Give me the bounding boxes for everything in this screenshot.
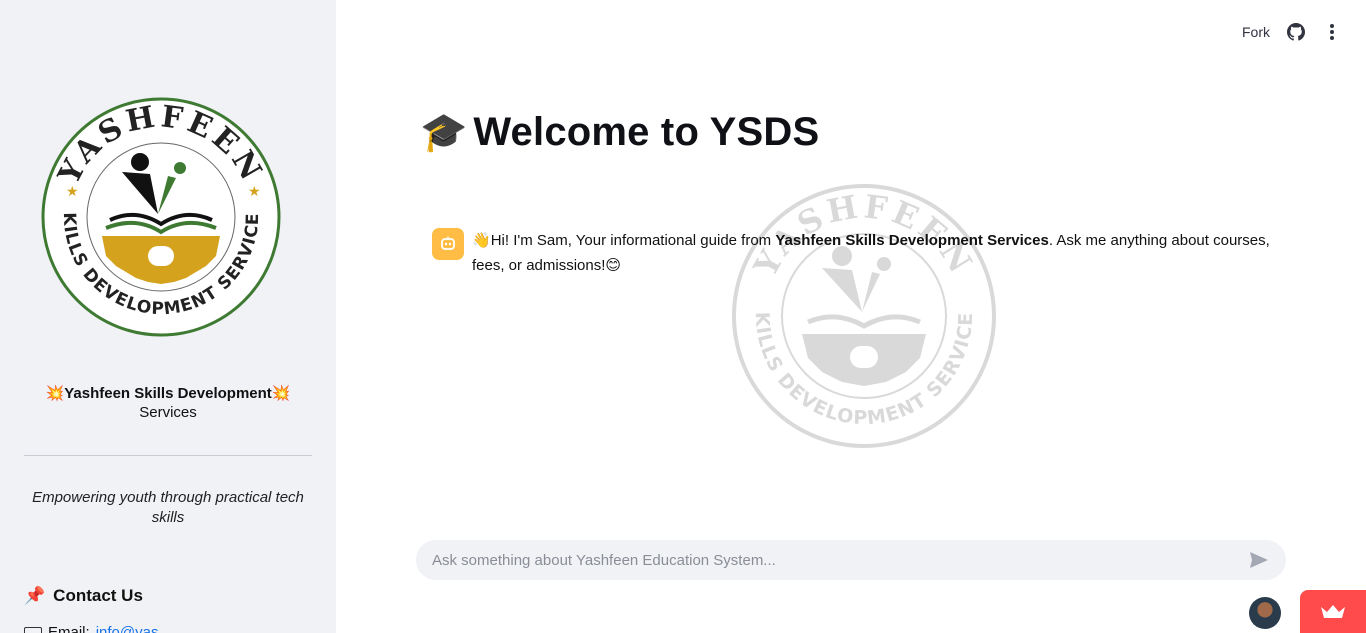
contact-title: Contact Us bbox=[53, 586, 143, 605]
crown-icon bbox=[1321, 604, 1345, 618]
bot-face-icon bbox=[432, 228, 464, 260]
page-title: 🎓 Welcome to YSDS bbox=[420, 110, 819, 155]
message-text: 👋Hi! I'm Sam, Your informational guide f… bbox=[472, 228, 1292, 278]
brand-line1: Yashfeen Skills Development bbox=[64, 385, 272, 402]
send-icon[interactable] bbox=[1248, 549, 1270, 571]
pushpin-icon: 📌 bbox=[24, 586, 46, 605]
tagline: Empowering youth through practical tech … bbox=[32, 489, 304, 526]
brand-name: 💥Yashfeen Skills Development💥 Services bbox=[24, 384, 312, 422]
email-line: Email: info@yas... bbox=[24, 624, 171, 633]
fork-button[interactable]: Fork bbox=[1242, 24, 1270, 40]
email-label: Email: bbox=[48, 624, 90, 633]
email-link[interactable]: info@yas... bbox=[96, 624, 171, 633]
toolbar: Fork bbox=[1242, 18, 1342, 46]
kebab-menu-icon[interactable] bbox=[1322, 22, 1342, 42]
sparkle-emoji: 💥 bbox=[45, 385, 65, 402]
sparkle-emoji: 💥 bbox=[271, 385, 291, 402]
graduation-cap-icon: 🎓 bbox=[420, 111, 468, 154]
avatar[interactable] bbox=[1249, 597, 1281, 629]
message-text-before: Hi! I'm Sam, Your informational guide fr… bbox=[490, 232, 776, 249]
smile-emoji: 😊 bbox=[605, 257, 622, 274]
email-icon bbox=[24, 626, 42, 633]
chat-input-container bbox=[416, 540, 1286, 580]
contact-heading: 📌 Contact Us bbox=[24, 586, 143, 606]
message-bold-org: Yashfeen Skills Development Services bbox=[775, 232, 1049, 249]
sidebar: YASHFEEN SKILLS DEVELOPMENT SERVICES ★ ★… bbox=[0, 0, 336, 633]
streamlit-crown-button[interactable] bbox=[1300, 590, 1366, 633]
chat-input[interactable] bbox=[432, 551, 1248, 569]
waving-hand-emoji: 👋 bbox=[472, 232, 491, 249]
github-icon[interactable] bbox=[1286, 22, 1306, 42]
brand-line2: Services bbox=[139, 404, 197, 421]
logo-watermark: YASHFEEN SKILLS DEVELOPMENT SERVICES bbox=[730, 182, 996, 448]
svg-text:★: ★ bbox=[66, 183, 79, 199]
title-text: Welcome to YSDS bbox=[473, 110, 820, 154]
svg-text:★: ★ bbox=[248, 183, 261, 199]
chat-message-assistant: 👋Hi! I'm Sam, Your informational guide f… bbox=[432, 228, 1292, 278]
sidebar-divider bbox=[24, 455, 312, 456]
yashfeen-logo: YASHFEEN SKILLS DEVELOPMENT SERVICES ★ ★ bbox=[40, 96, 281, 337]
